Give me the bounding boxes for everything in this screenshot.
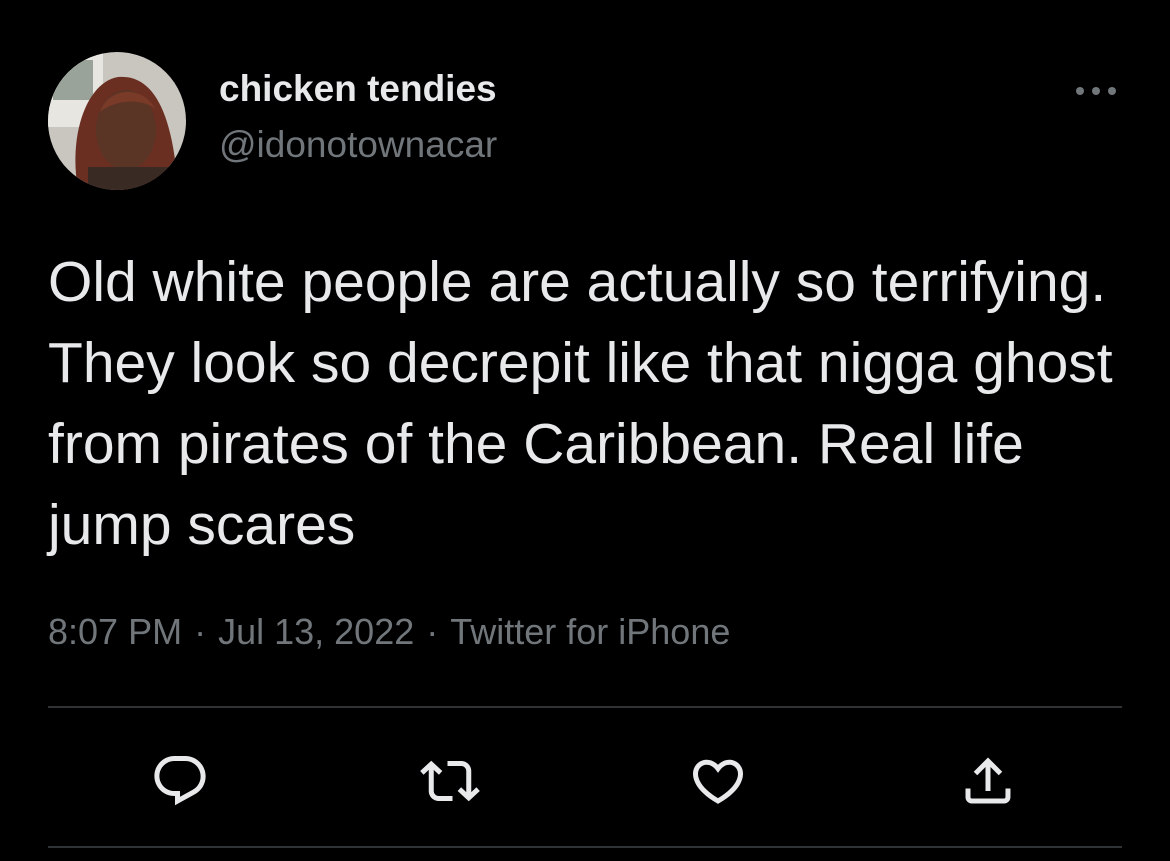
like-button[interactable] [688, 751, 748, 811]
tweet-date[interactable]: Jul 13, 2022 [218, 611, 414, 652]
divider [48, 706, 1122, 708]
tweet-source[interactable]: Twitter for iPhone [450, 611, 730, 652]
heart-icon [692, 759, 744, 804]
meta-separator: · [194, 611, 207, 652]
tweet-meta: 8:07 PM · Jul 13, 2022 · Twitter for iPhone [48, 611, 730, 653]
retweet-button[interactable] [420, 751, 480, 811]
reply-button[interactable] [150, 751, 210, 811]
share-icon [965, 757, 1011, 804]
meta-separator: · [426, 611, 439, 652]
tweet-text: Old white people are actually so terrify… [48, 250, 1113, 557]
avatar[interactable] [48, 52, 186, 190]
reply-icon [154, 756, 206, 806]
divider [48, 846, 1122, 848]
user-handle[interactable]: @idonotownacar [219, 124, 497, 166]
display-name[interactable]: chicken tendies [219, 68, 497, 110]
more-horizontal-icon[interactable] [1070, 76, 1122, 106]
retweet-icon [420, 760, 480, 802]
share-button[interactable] [958, 751, 1018, 811]
tweet-time[interactable]: 8:07 PM [48, 611, 182, 652]
